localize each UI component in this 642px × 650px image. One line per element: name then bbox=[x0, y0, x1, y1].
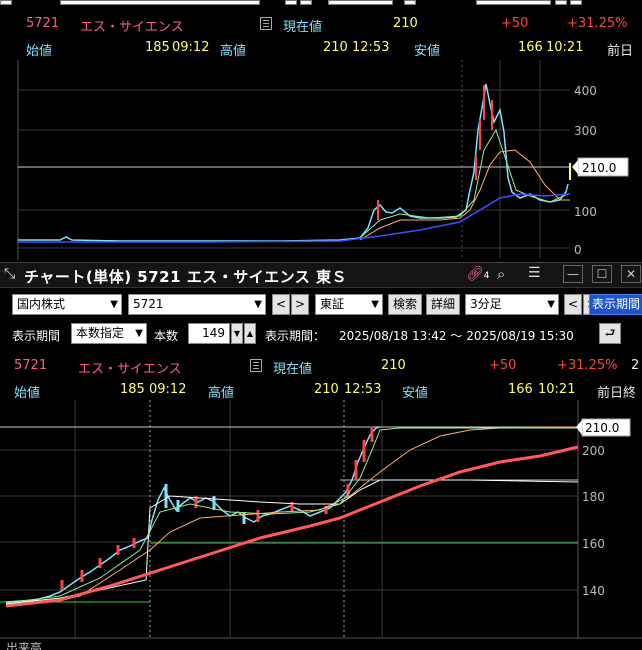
maximize-button[interactable]: ☐ bbox=[592, 265, 612, 283]
bottom-prev-label: 前日終 bbox=[597, 386, 637, 401]
top-low-label: 安値 bbox=[414, 44, 441, 59]
period-label: 表示期間 bbox=[12, 329, 61, 343]
top-low-value: 166 bbox=[518, 40, 543, 55]
top-remnant-box[interactable] bbox=[60, 0, 260, 5]
detail-button[interactable]: 詳細 bbox=[426, 294, 460, 315]
timeframe-select[interactable]: 3分足 ▼ bbox=[465, 294, 559, 315]
bottom-open-value: 185 bbox=[120, 382, 145, 397]
menu-icon[interactable]: ☰ bbox=[528, 265, 541, 281]
bottom-open-label: 始値 bbox=[14, 386, 41, 401]
code-select[interactable]: 5721 ▼ bbox=[128, 294, 266, 315]
top-remnant-box[interactable] bbox=[476, 0, 551, 5]
bottom-axis-tick: 140 bbox=[582, 584, 605, 598]
top-stock-name: エス・サイエンス bbox=[80, 20, 184, 35]
chevron-down-icon: ▼ bbox=[135, 328, 143, 339]
bottom-axis-tick: 160 bbox=[582, 537, 605, 551]
bottom-trailing: 2 bbox=[631, 358, 640, 373]
range-label: 表示期間： bbox=[265, 329, 326, 343]
top-axis-tick: 300 bbox=[574, 124, 597, 138]
prev-arrow-button[interactable]: < bbox=[272, 294, 290, 315]
top-remnant-box[interactable] bbox=[555, 0, 567, 5]
count-label: 本数 bbox=[154, 329, 179, 343]
top-remnant-box[interactable] bbox=[404, 0, 416, 5]
bottom-axis-tick: 200 bbox=[582, 444, 605, 458]
top-axis-tick: 100 bbox=[574, 205, 597, 219]
bottom-current-value: 210 bbox=[381, 358, 406, 373]
period-mode-select[interactable]: 本数指定 ▼ bbox=[71, 323, 147, 344]
top-open-value: 185 bbox=[145, 40, 170, 55]
top-remnant-box[interactable] bbox=[300, 0, 312, 5]
link-icon[interactable]: 🔗︎4 bbox=[466, 266, 490, 282]
bottom-low-value: 166 bbox=[508, 382, 533, 397]
top-toolbar-remnant bbox=[0, 0, 642, 6]
top-high-time: 12:53 bbox=[352, 40, 390, 55]
prev-period-button[interactable]: < bbox=[564, 294, 582, 315]
chart-tool-icon: ⤡ bbox=[4, 266, 16, 282]
next-arrow-button[interactable]: > bbox=[291, 294, 309, 315]
bottom-stock-name: エス・サイエンス bbox=[78, 362, 182, 377]
bottom-stock-code: 5721 bbox=[14, 358, 48, 373]
top-price-tag: 210.0 bbox=[582, 161, 616, 175]
chevron-down-icon: ▼ bbox=[110, 299, 118, 310]
bottom-change-pct: +31.25% bbox=[557, 358, 618, 373]
bottom-price-chart[interactable]: 210.0 200 180 160 140 出来高 bbox=[0, 400, 642, 650]
top-remnant-box[interactable] bbox=[570, 0, 582, 5]
top-change-pct: +31.25% bbox=[567, 16, 628, 31]
bottom-change: +50 bbox=[489, 358, 517, 373]
volume-label: 出来高 bbox=[6, 640, 42, 650]
display-period-button[interactable]: 表示期間 bbox=[589, 294, 642, 315]
top-low-time: 10:21 bbox=[546, 40, 584, 55]
top-remnant-box[interactable] bbox=[0, 0, 12, 5]
bottom-current-label: 現在値 bbox=[273, 362, 313, 377]
top-open-label: 始値 bbox=[26, 44, 53, 59]
bottom-high-value: 210 bbox=[314, 382, 339, 397]
window-title: チャート(単体) 5721 エス・サイエンス 東Ｓ bbox=[24, 268, 348, 286]
bottom-high-label: 高値 bbox=[208, 386, 235, 401]
code-select-value: 5721 bbox=[133, 297, 164, 311]
bottom-high-time: 12:53 bbox=[344, 382, 382, 397]
memo-icon[interactable] bbox=[260, 17, 272, 30]
search-icon[interactable]: ⌕ bbox=[497, 265, 505, 283]
top-price-chart[interactable]: 210.0 400 300 100 0 200 bbox=[0, 60, 642, 260]
top-stock-code: 5721 bbox=[26, 16, 60, 31]
top-high-value: 210 bbox=[323, 40, 348, 55]
window-titlebar[interactable]: ⤡ チャート(単体) 5721 エス・サイエンス 東Ｓ 🔗︎4 ⌕ ☰ — ☐ … bbox=[0, 262, 642, 288]
market-select-value: 国内株式 bbox=[17, 297, 66, 311]
top-change: +50 bbox=[501, 16, 529, 31]
exchange-select-value: 東証 bbox=[320, 297, 345, 311]
count-down-button[interactable]: ▼ bbox=[231, 323, 243, 344]
close-button[interactable]: ✕ bbox=[621, 265, 641, 283]
top-current-label: 現在値 bbox=[283, 20, 323, 35]
count-up-button[interactable]: ▲ bbox=[244, 323, 256, 344]
bottom-price-tag: 210.0 bbox=[585, 421, 619, 435]
timeframe-select-value: 3分足 bbox=[470, 297, 502, 311]
market-select[interactable]: 国内株式 ▼ bbox=[12, 294, 122, 315]
top-axis-tick: 400 bbox=[574, 84, 597, 98]
search-button[interactable]: 検索 bbox=[388, 294, 422, 315]
bottom-axis-tick: 180 bbox=[582, 490, 605, 504]
bottom-open-time: 09:12 bbox=[149, 382, 187, 397]
top-remnant-box[interactable] bbox=[285, 0, 297, 5]
minimize-button[interactable]: — bbox=[563, 265, 583, 283]
top-current-value: 210 bbox=[393, 16, 418, 31]
count-input[interactable]: 149 bbox=[188, 323, 230, 344]
memo-icon[interactable] bbox=[250, 359, 262, 372]
top-prev-label: 前日 bbox=[607, 44, 634, 59]
top-remnant-box[interactable] bbox=[328, 0, 393, 5]
link-badge: 4 bbox=[483, 271, 490, 281]
bottom-low-time: 10:21 bbox=[538, 382, 576, 397]
toolbar-row: 国内株式▼ 5721▼ < > 東証▼ 検索 詳細 3分足▼ < > 表示期間 bbox=[0, 292, 642, 316]
range-value: 2025/08/18 13:42 ～ 2025/08/19 15:30 bbox=[339, 329, 574, 343]
return-icon[interactable]: ⮐ bbox=[599, 323, 621, 344]
period-mode-value: 本数指定 bbox=[76, 326, 125, 340]
chevron-down-icon: ▼ bbox=[254, 299, 262, 310]
bottom-low-label: 安値 bbox=[402, 386, 429, 401]
exchange-select[interactable]: 東証 ▼ bbox=[315, 294, 383, 315]
top-axis-tick: 0 bbox=[574, 243, 582, 257]
top-high-label: 高値 bbox=[220, 44, 247, 59]
chevron-down-icon: ▼ bbox=[547, 299, 555, 310]
top-open-time: 09:12 bbox=[172, 40, 210, 55]
chevron-down-icon: ▼ bbox=[371, 299, 379, 310]
